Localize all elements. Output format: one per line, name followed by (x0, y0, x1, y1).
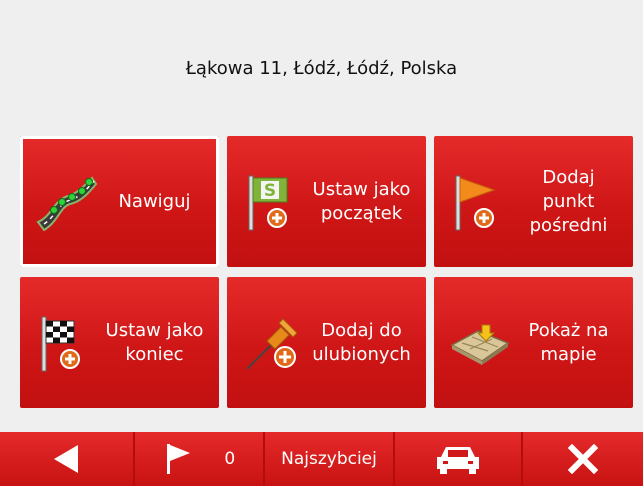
close-icon (568, 444, 598, 474)
waypoint-flag-icon (455, 175, 496, 230)
map-icon (450, 324, 510, 365)
navigate-button[interactable]: Nawiguj (20, 136, 219, 267)
waypoints-button[interactable]: 0 (135, 432, 265, 486)
vehicle-button[interactable] (395, 432, 523, 486)
action-grid: Nawiguj S Ustaw jako początek Dodaj punk… (20, 136, 633, 410)
add-to-favorites-label: Dodaj do ulubionych (312, 319, 411, 365)
navigate-label: Nawiguj (118, 190, 191, 212)
close-button[interactable] (523, 432, 643, 486)
bottom-toolbar: 0 Najszybciej (0, 432, 643, 486)
back-arrow-icon (53, 445, 78, 473)
show-on-map-button[interactable]: Pokaż na mapie (434, 277, 633, 408)
start-flag-icon: S (248, 175, 288, 230)
set-as-end-label: Ustaw jako koniec (105, 319, 204, 365)
car-icon (437, 447, 479, 474)
add-waypoint-label: Dodaj punkt pośredni (529, 166, 608, 236)
route-mode-label: Najszybciej (281, 449, 377, 469)
set-as-start-label: Ustaw jako początek (312, 178, 411, 224)
show-on-map-label: Pokaż na mapie (528, 319, 609, 365)
start-badge: S (264, 181, 276, 201)
set-as-start-button[interactable]: S Ustaw jako początek (227, 136, 426, 267)
finish-flag-icon (41, 316, 80, 371)
address-text: Łąkowa 11, Łódź, Łódź, Polska (185, 58, 458, 79)
back-button[interactable] (0, 432, 135, 486)
road-icon (36, 175, 98, 231)
add-to-favorites-button[interactable]: Dodaj do ulubionych (227, 277, 426, 408)
pushpin-icon (246, 317, 298, 370)
flag-icon (166, 444, 190, 474)
add-waypoint-button[interactable]: Dodaj punkt pośredni (434, 136, 633, 267)
route-mode-button[interactable]: Najszybciej (265, 432, 395, 486)
set-as-end-button[interactable]: Ustaw jako koniec (20, 277, 219, 408)
waypoint-count: 0 (224, 449, 236, 469)
